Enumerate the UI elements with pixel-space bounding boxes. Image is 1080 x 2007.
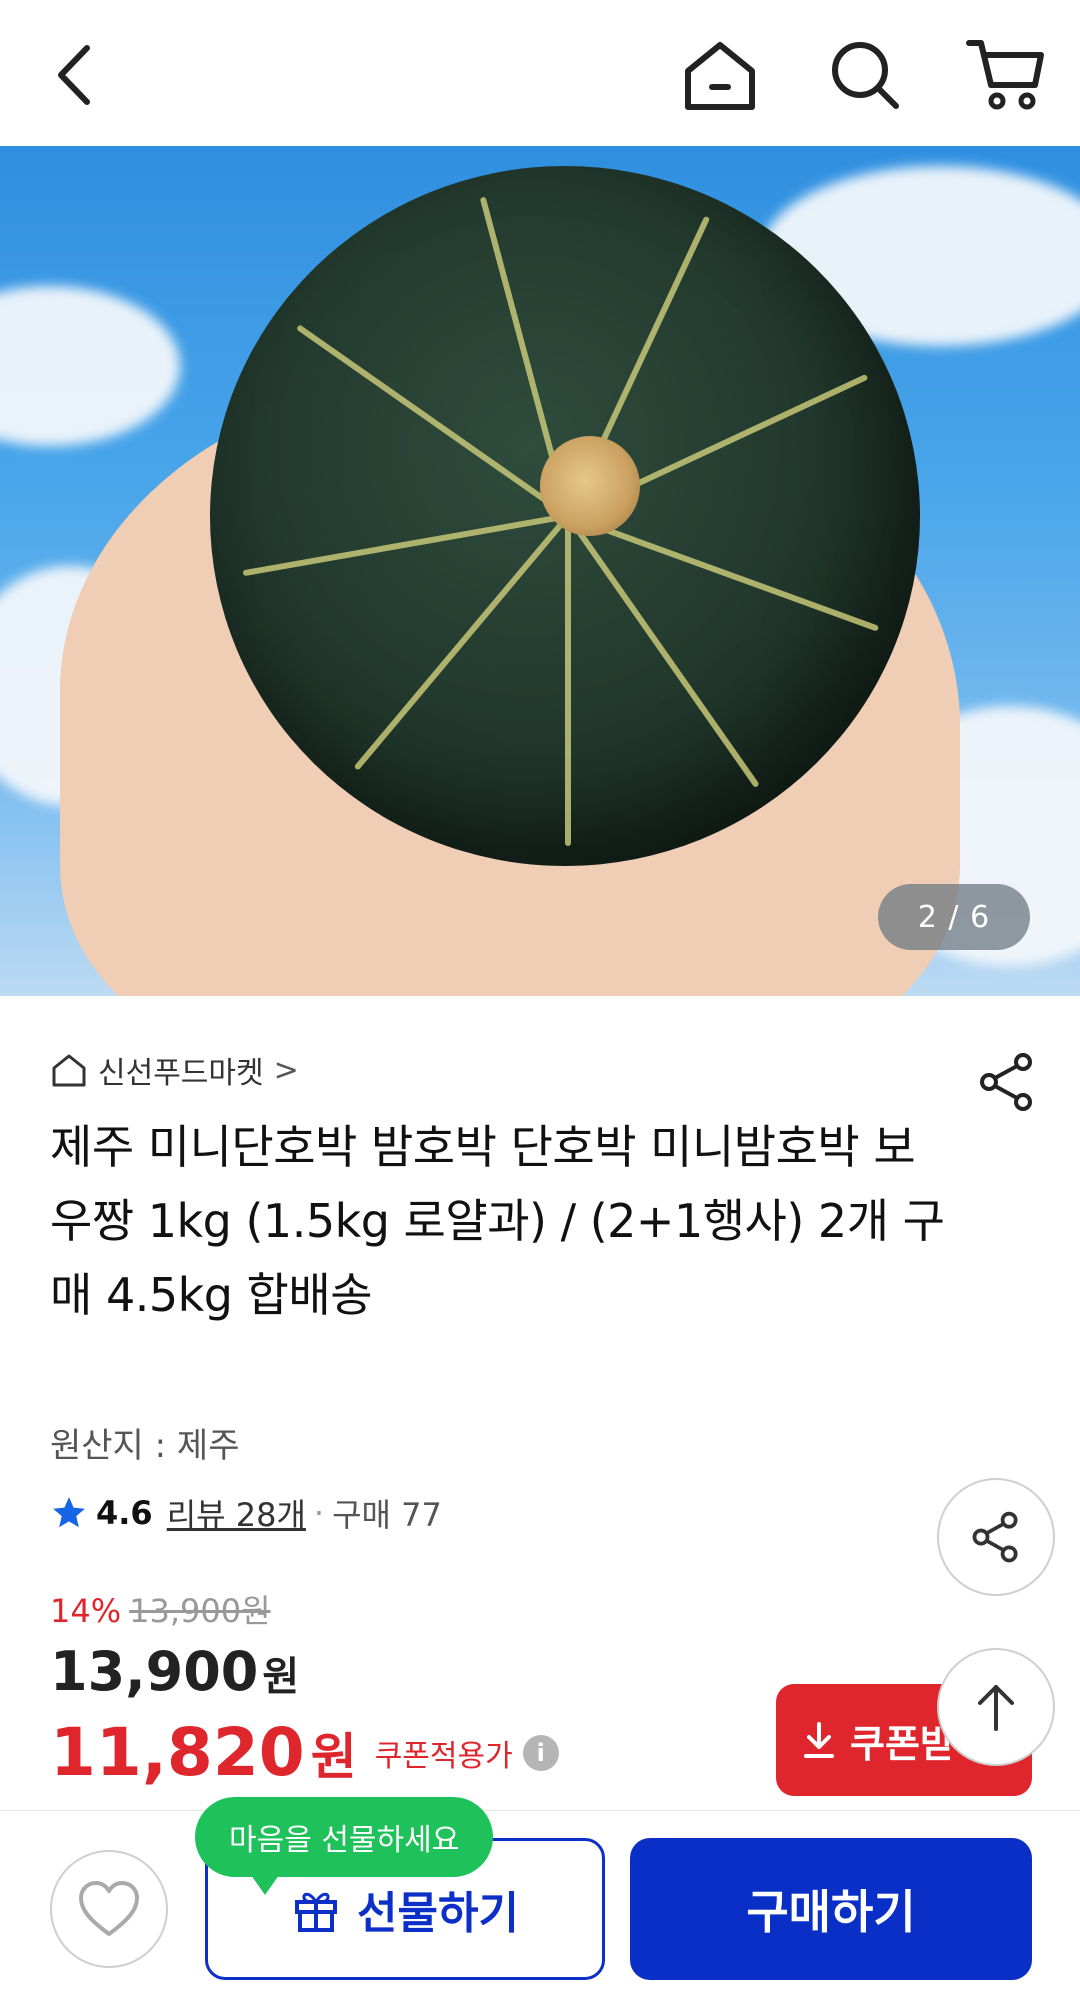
top-app-bar (0, 0, 1080, 146)
store-name: 신선푸드마켓 (98, 1056, 264, 1091)
image-counter: 2 / 6 (878, 884, 1030, 950)
coupon-price-number: 11,820 (50, 1714, 305, 1791)
coupon-price-unit: 원 (310, 1727, 357, 1786)
store-home-icon (52, 1054, 86, 1087)
sale-price-number: 13,900 (50, 1640, 259, 1703)
gift-tooltip: 마음을 선물하세요 (195, 1797, 494, 1895)
cloud-decoration (0, 286, 180, 446)
wishlist-button[interactable] (50, 1850, 168, 1968)
purchase-count: 구매 77 (332, 1496, 442, 1534)
heart-icon (79, 1881, 139, 1936)
buy-button[interactable]: 구매하기 (630, 1838, 1032, 1980)
sale-price: 13,900 원 (50, 1640, 299, 1703)
separator-dot: · (313, 1494, 325, 1532)
coupon-price-row: 11,820 원 쿠폰적용가 i (50, 1714, 559, 1791)
discount-percent: 14% (50, 1592, 122, 1630)
cart-button[interactable] (960, 30, 1050, 120)
discount-row: 14% 13,900원 (50, 1586, 271, 1632)
home-icon (685, 42, 755, 110)
product-title: 제주 미니단호박 밤호박 단호박 미니밤호박 보우짱 1kg (1.5kg 로얄… (50, 1120, 945, 1322)
gift-icon (295, 1892, 338, 1932)
back-button[interactable] (30, 30, 120, 120)
pumpkin-image (210, 166, 920, 866)
product-origin: 원산지 : 제주 (50, 1426, 240, 1466)
rating-row: 4.6 리뷰 28개 · 구매 77 (50, 1490, 442, 1536)
search-icon (832, 42, 899, 109)
info-icon[interactable]: i (522, 1734, 559, 1771)
share-button-top[interactable] (975, 1050, 1039, 1114)
search-button[interactable] (820, 30, 910, 120)
original-price: 13,900원 (129, 1592, 271, 1630)
share-icon (980, 1053, 1032, 1111)
pumpkin-stem (540, 436, 640, 536)
chevron-right-icon: > (273, 1052, 299, 1088)
cart-icon (966, 40, 1044, 110)
home-button[interactable] (675, 30, 765, 120)
product-image-gallery[interactable]: 2 / 6 (0, 146, 1080, 996)
share-icon (972, 1511, 1018, 1563)
gift-button-label: 선물하기 (357, 1888, 519, 1939)
back-icon (58, 45, 90, 105)
store-link[interactable]: 신선푸드마켓 > (50, 1048, 299, 1092)
share-floating-button[interactable] (937, 1478, 1055, 1596)
rating-score: 4.6 (96, 1494, 153, 1532)
arrow-up-icon (978, 1685, 1014, 1731)
download-icon (804, 1722, 834, 1758)
review-link[interactable]: 리뷰 28개 (167, 1490, 306, 1536)
sale-price-unit: 원 (262, 1654, 300, 1700)
scroll-top-button[interactable] (937, 1648, 1055, 1766)
coupon-price-label: 쿠폰적용가 (374, 1738, 513, 1774)
star-icon (53, 1497, 85, 1528)
